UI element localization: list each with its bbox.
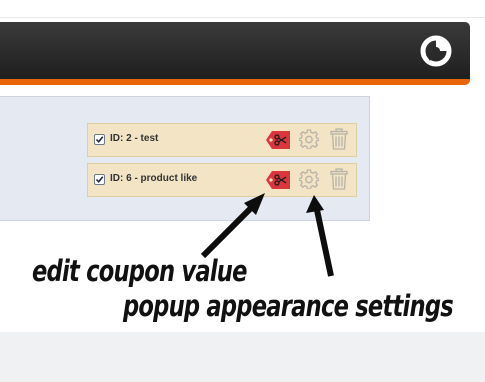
arrow-to-edit-icon: [200, 202, 257, 259]
annotation-edit-coupon-value: edit coupon value: [32, 254, 247, 288]
annotation-arrows: [200, 193, 334, 277]
annotation-popup-appearance-settings: popup appearance settings: [123, 289, 454, 323]
arrow-to-settings-icon: [314, 209, 334, 277]
footer-band: [0, 332, 485, 382]
arrow-head-settings: [306, 195, 324, 213]
